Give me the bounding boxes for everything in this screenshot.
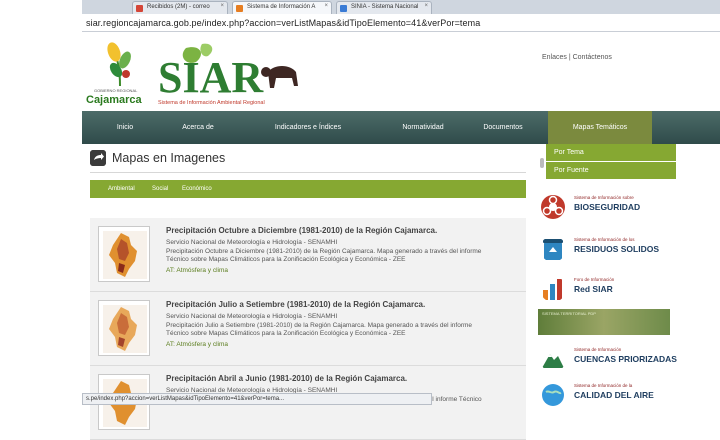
top-links[interactable]: Enlaces | Contáctenos xyxy=(542,54,612,61)
tab-economico[interactable]: Económico xyxy=(182,180,212,198)
sidebar-residuos[interactable]: Sistema de Información de los RESIDUOS S… xyxy=(540,234,670,262)
tab-ambiental[interactable]: Ambiental xyxy=(108,180,135,198)
address-bar[interactable]: siar.regioncajamarca.gob.pe/index.php?ac… xyxy=(82,14,720,32)
map-thumbnail[interactable] xyxy=(98,300,150,356)
sidebar-cuencas[interactable]: Sistema de Información CUENCAS PRIORIZAD… xyxy=(540,344,677,372)
left-blank-area xyxy=(0,0,82,405)
siar-subtitle: Sistema de Información Ambiental Regiona… xyxy=(158,100,265,106)
siar-logo[interactable]: SIAR xyxy=(156,42,306,108)
browser-tabstrip: Recibidos (2M) - correo × Sistema de Inf… xyxy=(0,0,720,14)
tab-label: Recibidos (2M) - correo xyxy=(147,4,210,10)
map-image xyxy=(103,305,147,353)
siar-logo-text: SIAR xyxy=(158,53,264,102)
gr-small-text: GOBIERNO REGIONAL xyxy=(94,88,138,93)
page-title: Mapas en Imagenes xyxy=(112,151,226,165)
nav-mapas-tematicos[interactable]: Mapas Temáticos xyxy=(548,111,652,144)
close-icon[interactable]: × xyxy=(220,3,224,9)
site-header: GOBIERNO REGIONAL Cajamarca SIAR Sistema… xyxy=(82,32,720,112)
siar-favicon-icon xyxy=(236,5,243,12)
map-thumbnail[interactable] xyxy=(98,226,150,282)
widget-title: CUENCAS PRIORIZADAS xyxy=(574,354,677,364)
browser-tab-siar[interactable]: Sistema de Información A × xyxy=(232,1,332,14)
sidebar-red-siar[interactable]: Foro de Información Red SIAR xyxy=(540,274,670,302)
plant-logo-icon xyxy=(107,42,131,86)
close-icon[interactable]: × xyxy=(324,3,328,9)
close-icon[interactable]: × xyxy=(424,3,428,9)
item-title[interactable]: Precipitación Octubre a Diciembre (1981-… xyxy=(166,226,437,235)
globe-icon xyxy=(542,384,564,406)
widget-caption: Sistema de Información sobre xyxy=(574,195,634,200)
back-arrow-icon[interactable] xyxy=(90,150,106,166)
sinia-favicon-icon xyxy=(340,5,347,12)
banner-text: SISTEMA TERRITORIAL PDP xyxy=(542,311,596,316)
item-description-2: Técnico sobre Mapas Climáticos para la Z… xyxy=(166,256,406,263)
mapas-dropdown: Por Tema Por Fuente xyxy=(546,144,676,182)
tab-label: SINIA - Sistema Nacional xyxy=(351,4,419,10)
recycle-icon xyxy=(543,239,563,260)
browser-tab-mail[interactable]: Recibidos (2M) - correo × xyxy=(132,1,228,14)
gmail-icon xyxy=(136,5,143,12)
widget-caption: Sistema de Información de la xyxy=(574,383,633,388)
item-category-link[interactable]: AT: Atmósfera y clima xyxy=(166,341,228,348)
url-text: siar.regioncajamarca.gob.pe/index.php?ac… xyxy=(86,18,481,28)
main-nav: Inicio Acerca de Indicadores e Índices N… xyxy=(82,111,720,144)
mountain-icon xyxy=(542,354,564,368)
widget-title: CALIDAD DEL AIRE xyxy=(574,390,654,400)
gobierno-regional-logo[interactable]: GOBIERNO REGIONAL Cajamarca xyxy=(84,38,154,110)
biohazard-icon xyxy=(541,195,565,219)
browser-status-bar: s.pe/index.php?accion=verListMapas&idTip… xyxy=(82,393,432,405)
list-item[interactable]: Precipitación Julio a Setiembre (1981-20… xyxy=(90,292,526,366)
sidebar-bioseguridad[interactable]: Sistema de Información sobre BIOSEGURIDA… xyxy=(540,192,670,220)
category-tabs: Ambiental Social Económico xyxy=(90,180,526,198)
widget-title: RESIDUOS SOLIDOS xyxy=(574,244,660,254)
item-source: Servicio Nacional de Meteorología e Hidr… xyxy=(166,313,338,320)
heading-divider xyxy=(90,172,526,173)
nav-normatividad[interactable]: Normatividad xyxy=(388,111,458,144)
widget-caption: Foro de Información xyxy=(574,277,615,282)
item-title[interactable]: Precipitación Abril a Junio (1981-2010) … xyxy=(166,374,407,383)
nav-indicadores[interactable]: Indicadores e Índices xyxy=(228,111,388,144)
dropdown-por-tema[interactable]: Por Tema xyxy=(546,144,676,162)
gr-big-text: Cajamarca xyxy=(86,94,142,106)
tab-social[interactable]: Social xyxy=(152,180,168,198)
list-item[interactable]: Precipitación Octubre a Diciembre (1981-… xyxy=(90,218,526,292)
item-title[interactable]: Precipitación Julio a Setiembre (1981-20… xyxy=(166,300,425,309)
nav-acerca-de[interactable]: Acerca de xyxy=(168,111,228,144)
territorial-banner[interactable]: SISTEMA TERRITORIAL PDP xyxy=(538,309,670,335)
item-description: Precipitación Julio a Setiembre (1981-20… xyxy=(166,322,473,329)
widget-title: Red SIAR xyxy=(574,284,613,294)
nav-inicio[interactable]: Inicio xyxy=(82,111,168,144)
tab-label: Sistema de Información A xyxy=(247,4,316,10)
map-image xyxy=(103,231,147,279)
sidebar-calidad-aire[interactable]: Sistema de Información de la CALIDAD DEL… xyxy=(540,380,670,408)
browser-tab-sinia[interactable]: SINIA - Sistema Nacional × xyxy=(336,1,432,14)
item-description-2: Técnico sobre Mapas Climáticos para la Z… xyxy=(166,330,406,337)
dropdown-por-fuente[interactable]: Por Fuente xyxy=(546,162,676,180)
widget-title: BIOSEGURIDAD xyxy=(574,202,641,212)
item-source: Servicio Nacional de Meteorología e Hidr… xyxy=(166,239,338,246)
widget-caption: Sistema de Información xyxy=(574,347,622,352)
nav-documentos[interactable]: Documentos xyxy=(458,111,548,144)
item-description: Precipitación Octubre a Diciembre (1981-… xyxy=(166,248,482,255)
widget-caption: Sistema de Información de los xyxy=(574,237,635,242)
item-category-link[interactable]: AT: Atmósfera y clima xyxy=(166,267,228,274)
scroll-marker xyxy=(540,158,544,168)
bar-chart-icon xyxy=(543,279,562,300)
